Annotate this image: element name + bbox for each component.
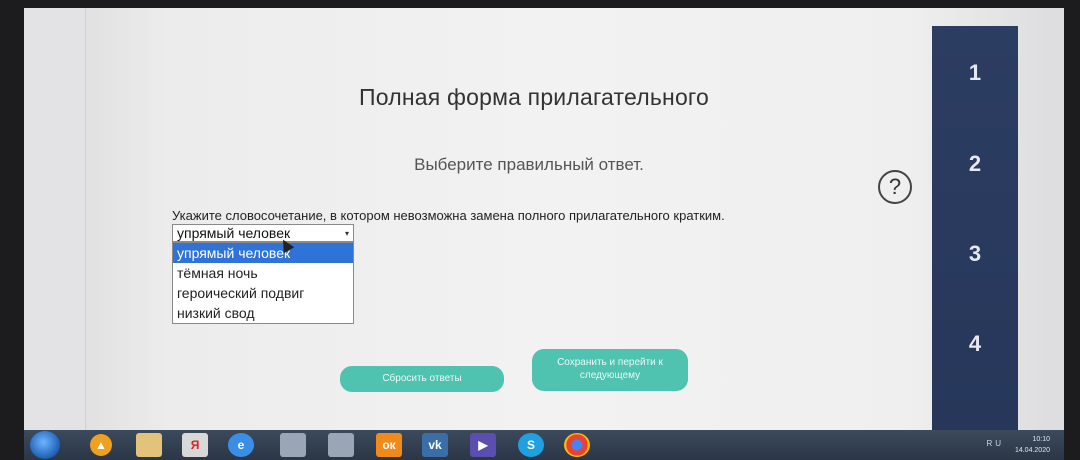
save-and-next-button[interactable]: Сохранить и перейти к следующему <box>532 349 688 391</box>
nav-item-4[interactable]: 4 <box>932 331 1018 357</box>
internet-explorer-icon[interactable]: e <box>228 433 254 457</box>
instruction-text: Выберите правильный ответ. <box>414 155 644 174</box>
document-icon[interactable] <box>280 433 306 457</box>
system-tray-icons: RU <box>986 439 1004 448</box>
dropdown-option[interactable]: упрямый человек <box>173 243 353 263</box>
save-and-next-label-line1: Сохранить и перейти к <box>557 357 663 368</box>
answer-select[interactable]: упрямый человек ▾ <box>172 224 354 242</box>
answer-dropdown-list: упрямый человек тёмная ночь героический … <box>172 242 354 324</box>
odnoklassniki-icon[interactable]: ок <box>376 433 402 457</box>
avast-icon[interactable]: ▲ <box>90 434 112 456</box>
browser-viewport: Полная форма прилагательного Выберите пр… <box>24 8 1064 430</box>
question-text: Укажите словосочетание, в котором невозм… <box>172 208 725 223</box>
chrome-icon[interactable] <box>564 433 590 457</box>
file-explorer-icon[interactable] <box>136 433 162 457</box>
windows-taskbar: ▲ Я e ок vk ▶ S RU 10:10 14.04.2020 <box>24 430 1064 460</box>
language-indicator[interactable]: RU <box>986 439 1004 448</box>
save-and-next-label-line2: следующему <box>579 370 641 381</box>
windows-start-icon[interactable] <box>30 431 60 459</box>
nav-item-1[interactable]: 1 <box>932 60 1018 86</box>
help-icon[interactable]: ? <box>878 170 912 204</box>
dropdown-option[interactable]: тёмная ночь <box>173 263 353 283</box>
vk-icon[interactable]: vk <box>422 433 448 457</box>
right-margin <box>1042 8 1064 430</box>
yandex-browser-icon[interactable]: Я <box>182 433 208 457</box>
nav-item-2[interactable]: 2 <box>932 151 1018 177</box>
chevron-down-icon: ▾ <box>344 229 349 238</box>
nav-item-3[interactable]: 3 <box>932 241 1018 267</box>
media-player-icon[interactable]: ▶ <box>470 433 496 457</box>
dropdown-option[interactable]: героический подвиг <box>173 283 353 303</box>
reset-answers-button[interactable]: Сбросить ответы <box>340 366 504 392</box>
page-title: Полная форма прилагательного <box>358 84 710 110</box>
question-nav-sidebar: 1 2 3 4 <box>932 26 1018 430</box>
left-margin <box>24 8 86 430</box>
skype-icon[interactable]: S <box>518 433 544 457</box>
clock[interactable]: 10:10 14.04.2020 <box>1015 434 1050 456</box>
document-icon[interactable] <box>328 433 354 457</box>
clock-date: 14.04.2020 <box>1014 447 1050 454</box>
dropdown-option[interactable]: низкий свод <box>173 303 353 323</box>
answer-select-value: упрямый человек <box>177 225 291 241</box>
clock-time: 10:10 <box>1032 436 1050 443</box>
